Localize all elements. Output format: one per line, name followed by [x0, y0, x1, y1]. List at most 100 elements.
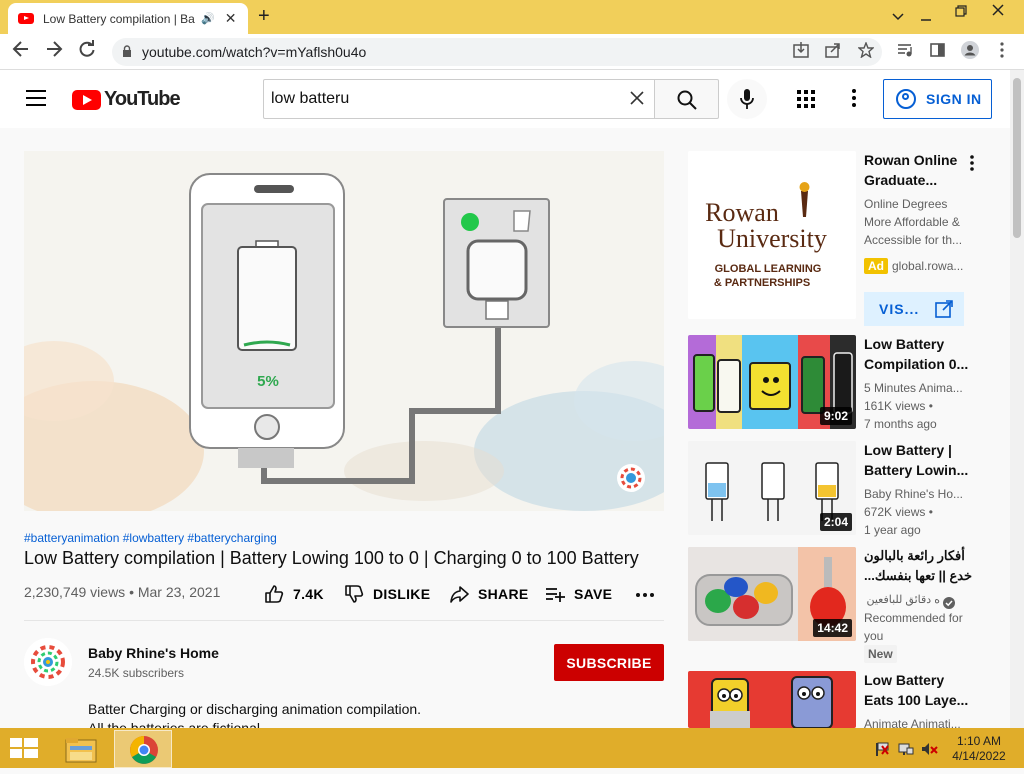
ad-title[interactable]: Graduate... [864, 170, 976, 190]
clear-search-icon[interactable] [630, 88, 644, 111]
ad-logo-text: Rowan [705, 198, 779, 227]
visit-ad-button[interactable]: VIS... [864, 292, 964, 326]
start-windows-icon[interactable] [10, 738, 38, 760]
video-thumbnail[interactable]: 9:02 [688, 335, 856, 429]
share-button[interactable]: SHARE [449, 584, 529, 604]
youtube-header: YouTube SIGN IN [0, 70, 1010, 128]
channel-name[interactable]: Baby Rhine's Home [88, 645, 219, 661]
video-channel[interactable]: Baby Rhine's Ho... [864, 485, 964, 503]
page-scrollbar[interactable] [1010, 70, 1024, 728]
recommended-text: Recommended for [864, 611, 963, 625]
system-clock[interactable]: 1:10 AM 4/14/2022 [944, 734, 1014, 764]
verified-check-icon [943, 597, 956, 609]
back-arrow-icon[interactable] [12, 40, 30, 63]
restore-icon[interactable] [955, 4, 967, 20]
video-title[interactable]: Battery Lowin... [864, 460, 976, 480]
video-title[interactable]: Compilation 0... [864, 354, 976, 374]
video-thumbnail[interactable] [688, 671, 856, 728]
channel-avatar[interactable] [24, 638, 72, 686]
audio-playing-icon[interactable]: 🔊 [201, 12, 215, 25]
tab-title: Low Battery compilation | Ba [43, 11, 195, 26]
video-title[interactable]: أفكار رائعة بالبالون [864, 546, 976, 566]
video-duration: 14:42 [813, 619, 852, 637]
settings-kebab-icon[interactable] [850, 89, 858, 109]
voice-search-button[interactable] [727, 79, 767, 119]
video-title[interactable]: Low Battery | [864, 440, 976, 460]
hamburger-menu-icon[interactable] [26, 90, 46, 106]
action-center-flag-icon[interactable] [874, 742, 890, 759]
like-button[interactable]: 7.4K [264, 584, 324, 604]
ad-logo-subtext: GLOBAL LEARNING [715, 263, 822, 275]
video-channel[interactable]: Animate Animati... [864, 715, 964, 728]
media-icon[interactable] [897, 42, 913, 62]
video-title[interactable]: Eats 100 Laye... [864, 690, 976, 710]
search-input[interactable] [271, 90, 611, 108]
ad-title[interactable]: Rowan Online [864, 150, 976, 170]
video-thumbnail[interactable]: 2:04 [688, 441, 856, 535]
star-icon[interactable] [857, 41, 875, 62]
video-title[interactable]: خدع || تعها بنفسك... [864, 566, 976, 586]
subscribe-button[interactable]: SUBSCRIBE [554, 644, 664, 681]
search-button[interactable] [655, 79, 719, 119]
install-icon[interactable] [793, 42, 809, 62]
profile-icon[interactable] [960, 40, 980, 64]
video-title[interactable]: Low Battery [864, 670, 976, 690]
video-channel[interactable]: 5 Minutes Anima... [864, 379, 964, 397]
add-to-playlist-icon [546, 588, 565, 602]
ad-logo-subtext: & PARTNERSHIPS [714, 277, 810, 289]
volume-muted-icon[interactable] [921, 742, 939, 759]
apps-grid-icon[interactable] [797, 90, 815, 108]
ad-badge: Ad [864, 258, 888, 274]
thumbs-up-icon [265, 585, 284, 603]
battery-percent-text: 5% [257, 373, 279, 390]
file-explorer-taskbar-icon[interactable] [52, 730, 110, 768]
tab-search-chevron-icon[interactable] [892, 8, 904, 24]
video-thumbnail[interactable]: 14:42 [688, 547, 856, 641]
save-label: SAVE [574, 586, 613, 602]
dislike-button[interactable]: DISLIKE [344, 584, 430, 604]
thumbs-down-icon [345, 585, 364, 603]
ad-description: Online Degrees [864, 197, 948, 211]
video-player[interactable]: 5% [24, 151, 664, 511]
video-title[interactable]: Low Battery [864, 334, 976, 354]
save-button[interactable]: SAVE [545, 584, 612, 604]
sign-in-button[interactable]: SIGN IN [883, 79, 992, 119]
video-channel: ه دقائق للبافعين ... [864, 594, 940, 606]
scrollbar-thumb[interactable] [1013, 78, 1021, 238]
chrome-taskbar-icon[interactable] [114, 730, 172, 768]
microphone-icon [740, 89, 754, 109]
ad-thumbnail[interactable]: Rowan University GLOBAL LEARNING & PARTN… [688, 151, 856, 319]
lock-icon[interactable] [122, 44, 132, 60]
browser-tab[interactable]: Low Battery compilation | Ba 🔊 ✕ [8, 3, 248, 34]
youtube-play-icon [72, 89, 101, 110]
youtube-logo-text: YouTube [104, 88, 181, 110]
network-icon[interactable] [898, 742, 914, 759]
recommended-text: you [864, 629, 884, 643]
dislike-label: DISLIKE [373, 586, 431, 602]
video-views-date: 2,230,749 views • Mar 23, 2021 [24, 584, 221, 600]
ad-description: Accessible for th... [864, 233, 963, 247]
windows-taskbar: 1:10 AM 4/14/2022 [0, 728, 1024, 768]
more-actions-icon[interactable] [636, 592, 663, 598]
share-arrow-icon [450, 586, 469, 603]
youtube-logo[interactable]: YouTube [72, 88, 181, 111]
video-age: 1 year ago [864, 523, 921, 537]
minimize-icon[interactable] [920, 8, 932, 24]
forward-arrow-icon[interactable] [45, 40, 63, 63]
sidepanel-icon[interactable] [930, 42, 946, 62]
video-hashtags[interactable]: #batteryanimation #lowbattery #batterych… [24, 531, 277, 545]
address-bar[interactable]: youtube.com/watch?v=mYaflsh0u4o [112, 38, 882, 66]
close-tab-icon[interactable]: ✕ [225, 10, 237, 27]
ad-menu-kebab-icon[interactable] [970, 155, 974, 176]
close-window-icon[interactable] [992, 3, 1004, 19]
search-box[interactable] [263, 79, 655, 119]
share-icon[interactable] [825, 42, 841, 62]
new-tab-icon[interactable]: + [258, 5, 270, 28]
reload-icon[interactable] [78, 40, 96, 63]
visit-ad-label: VIS... [879, 301, 920, 317]
description-line: All the batteries are fictional [88, 720, 260, 728]
subscriber-count: 24.5K subscribers [88, 666, 185, 680]
clock-time: 1:10 AM [956, 734, 1002, 748]
menu-kebab-icon[interactable] [1000, 42, 1004, 62]
external-link-icon [935, 300, 954, 318]
